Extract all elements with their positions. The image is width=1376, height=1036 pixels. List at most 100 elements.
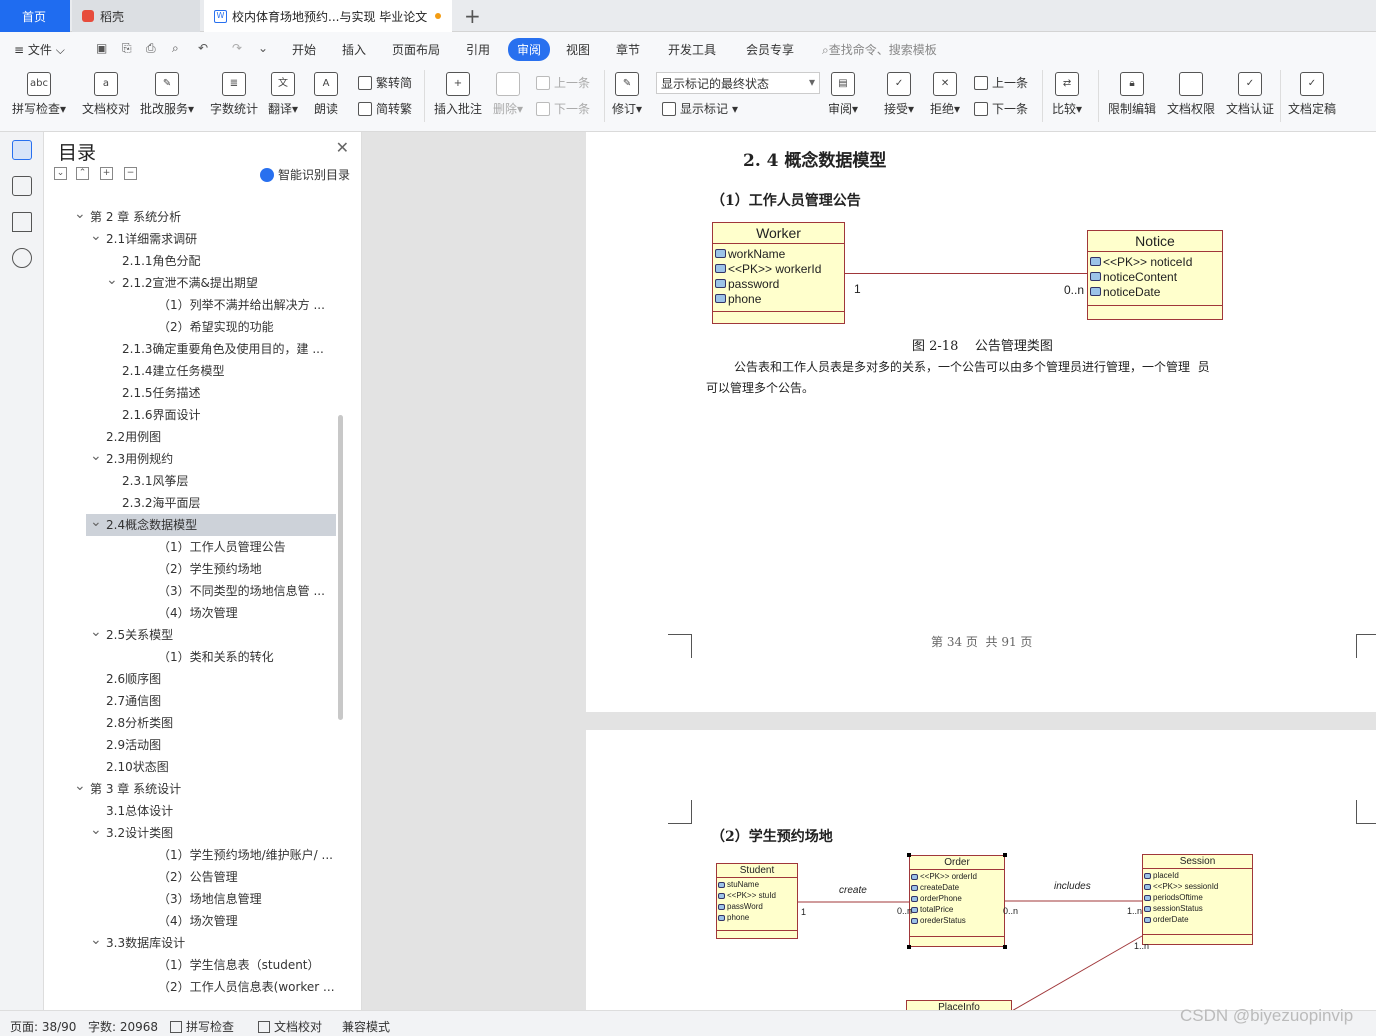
toc-item[interactable]: （1）类和关系的转化 [44, 646, 340, 668]
toc-item[interactable]: （2）学生预约场地 [44, 558, 340, 580]
add-heading-icon[interactable]: + [100, 167, 113, 180]
toc-item[interactable]: 2.1.4建立任务模型 [44, 360, 340, 382]
chevron-down-icon[interactable]: ⌄ [74, 203, 86, 225]
word-count-indicator[interactable]: 字数: 20968 [88, 1018, 158, 1035]
doc-finalize-button[interactable]: ✓ 文档定稿 [1288, 72, 1336, 117]
bookmark-icon[interactable] [12, 212, 32, 232]
translate-button[interactable]: 文翻译▾ [268, 72, 298, 117]
toc-item[interactable]: （3）场地信息管理 [44, 888, 340, 910]
search-icon[interactable] [12, 248, 32, 268]
spell-check-toggle[interactable]: 拼写检查 [170, 1018, 234, 1035]
chevron-down-icon[interactable]: ⌄ [90, 225, 102, 247]
toc-item[interactable]: ⌄ 2.1详细需求调研 [44, 228, 340, 250]
accept-button[interactable]: ✓ 接受▾ [884, 72, 914, 117]
save-icon[interactable]: ▣ [96, 41, 107, 55]
new-tab-plus-icon[interactable]: + [458, 0, 484, 32]
toc-panel-icon[interactable] [12, 140, 32, 160]
menu-view[interactable]: 视图 [566, 41, 590, 58]
toc-item[interactable]: （1）列举不满并给出解决方 ... [44, 294, 340, 316]
toc-item[interactable]: ⌄ 2.5关系模型 [44, 624, 340, 646]
chevron-down-icon[interactable]: ⌄ [90, 511, 102, 533]
next-comment-button[interactable]: 下一条 [536, 100, 590, 117]
toc-item[interactable]: ⌄ 2.4概念数据模型 [86, 514, 336, 536]
prev-comment-button[interactable]: 上一条 [536, 74, 590, 91]
doc-proof-toggle[interactable]: 文档校对 [258, 1018, 322, 1035]
print-preview-icon[interactable]: ⌕ [172, 41, 179, 56]
chevron-down-icon[interactable]: ⌄ [74, 775, 86, 797]
toc-item[interactable]: （2）工作人员信息表(worker ... [44, 976, 340, 998]
chevron-down-icon[interactable]: ⌄ [90, 929, 102, 951]
smart-toc-button[interactable]: 智能识别目录 [260, 166, 350, 183]
menu-references[interactable]: 引用 [466, 41, 490, 58]
word-count-button[interactable]: ≣ 字数统计 [210, 72, 258, 117]
toc-scrollbar[interactable] [338, 415, 343, 720]
review-pane-button[interactable]: ▤ 审阅▾ [828, 72, 858, 117]
reject-button[interactable]: ✕ 拒绝▾ [930, 72, 960, 117]
remove-heading-icon[interactable]: − [124, 167, 137, 180]
undo-icon[interactable]: ↶ [198, 41, 208, 55]
toc-item[interactable]: ⌄ 2.3用例规约 [44, 448, 340, 470]
toc-item[interactable]: ⌄ 3.2设计类图 [44, 822, 340, 844]
toc-item[interactable]: ⌄ 第 3 章 系统设计 [44, 778, 340, 800]
compare-button[interactable]: ⇄ 比较▾ [1052, 72, 1082, 117]
toc-item[interactable]: （2）公告管理 [44, 866, 340, 888]
trad-to-simp-button[interactable]: 繁转简 [358, 74, 412, 91]
toc-item[interactable]: 3.1总体设计 [44, 800, 340, 822]
simp-to-trad-button[interactable]: 简转繁 [358, 100, 412, 117]
spell-check-button[interactable]: abc 拼写检查▾ [12, 72, 66, 117]
chapter-nav-icon[interactable] [12, 176, 32, 196]
chevron-down-icon[interactable]: ⌄ [90, 445, 102, 467]
tab-daoke[interactable]: 稻壳 [72, 0, 200, 32]
toc-item[interactable]: 2.2用例图 [44, 426, 340, 448]
close-icon[interactable]: ✕ [336, 138, 349, 157]
customize-toolbar-icon[interactable]: ⌄ [258, 41, 268, 55]
prev-change-button[interactable]: 上一条 [974, 74, 1028, 91]
restrict-edit-button[interactable]: 🔒︎ 限制编辑 [1108, 72, 1156, 117]
menu-start[interactable]: 开始 [292, 41, 316, 58]
doc-certify-button[interactable]: ✓ 文档认证 [1226, 72, 1274, 117]
next-change-button[interactable]: 下一条 [974, 100, 1028, 117]
menu-review[interactable]: 审阅 [508, 38, 551, 61]
toc-item[interactable]: 2.8分析类图 [44, 712, 340, 734]
toc-item[interactable]: 2.1.6界面设计 [44, 404, 340, 426]
toc-item[interactable]: （3）不同类型的场地信息管 ... [44, 580, 340, 602]
toc-item[interactable]: 2.7通信图 [44, 690, 340, 712]
tab-home[interactable]: 首页 [0, 0, 70, 32]
toc-item[interactable]: 2.6顺序图 [44, 668, 340, 690]
toc-item[interactable]: 2.3.2海平面层 [44, 492, 340, 514]
redo-icon[interactable]: ↷ [232, 41, 242, 55]
toc-item[interactable]: （1）工作人员管理公告 [44, 536, 340, 558]
insert-comment-button[interactable]: + 插入批注 [434, 72, 482, 117]
doc-permission-button[interactable]: 文档权限 [1167, 72, 1215, 117]
toc-item[interactable]: （2）希望实现的功能 [44, 316, 340, 338]
tab-document[interactable]: W 校内体育场地预约...与实现 毕业论文 [204, 0, 452, 32]
chevron-down-icon[interactable]: ⌄ [90, 819, 102, 841]
toc-item[interactable]: 2.1.5任务描述 [44, 382, 340, 404]
quick-access-icon[interactable]: ⎘ [122, 41, 132, 56]
read-aloud-button[interactable]: A 朗读 [314, 72, 338, 117]
page-indicator[interactable]: 页面: 38/90 [10, 1018, 76, 1035]
collapse-all-icon[interactable]: ⌄ [54, 167, 67, 180]
revise-service-button[interactable]: ✎ 批改服务▾ [140, 72, 194, 117]
print-icon[interactable]: ⎙ [146, 41, 156, 56]
command-search[interactable]: ⌕查找命令、搜索模板 [822, 41, 937, 58]
show-markup-button[interactable]: 显示标记 ▾ [662, 100, 738, 117]
toc-item[interactable]: ⌄ 3.3数据库设计 [44, 932, 340, 954]
markup-mode-select[interactable]: 显示标记的最终状态 ▾ [656, 72, 820, 94]
menu-member[interactable]: 会员专享 [746, 41, 794, 58]
toc-item[interactable]: 2.3.1风筝层 [44, 470, 340, 492]
expand-level-icon[interactable]: ⌃ [76, 167, 89, 180]
toc-item[interactable]: （1）学生预约场地/维护账户/ ... [44, 844, 340, 866]
menu-insert[interactable]: 插入 [342, 41, 366, 58]
toc-item[interactable]: 2.1.1角色分配 [44, 250, 340, 272]
toc-item[interactable]: ⌄ 第 2 章 系统分析 [44, 206, 340, 228]
delete-comment-button[interactable]: 删除▾ [493, 72, 523, 117]
toc-item[interactable]: 2.1.3确定重要角色及使用目的，建 ... [44, 338, 340, 360]
menu-layout[interactable]: 页面布局 [392, 41, 440, 58]
chevron-down-icon[interactable]: ⌄ [106, 269, 118, 291]
toc-item[interactable]: 2.9活动图 [44, 734, 340, 756]
chevron-down-icon[interactable]: ⌄ [90, 621, 102, 643]
menu-developer[interactable]: 开发工具 [668, 41, 716, 58]
doc-proof-button[interactable]: a 文档校对 [82, 72, 130, 117]
toc-item[interactable]: （1）学生信息表（student） [44, 954, 340, 976]
